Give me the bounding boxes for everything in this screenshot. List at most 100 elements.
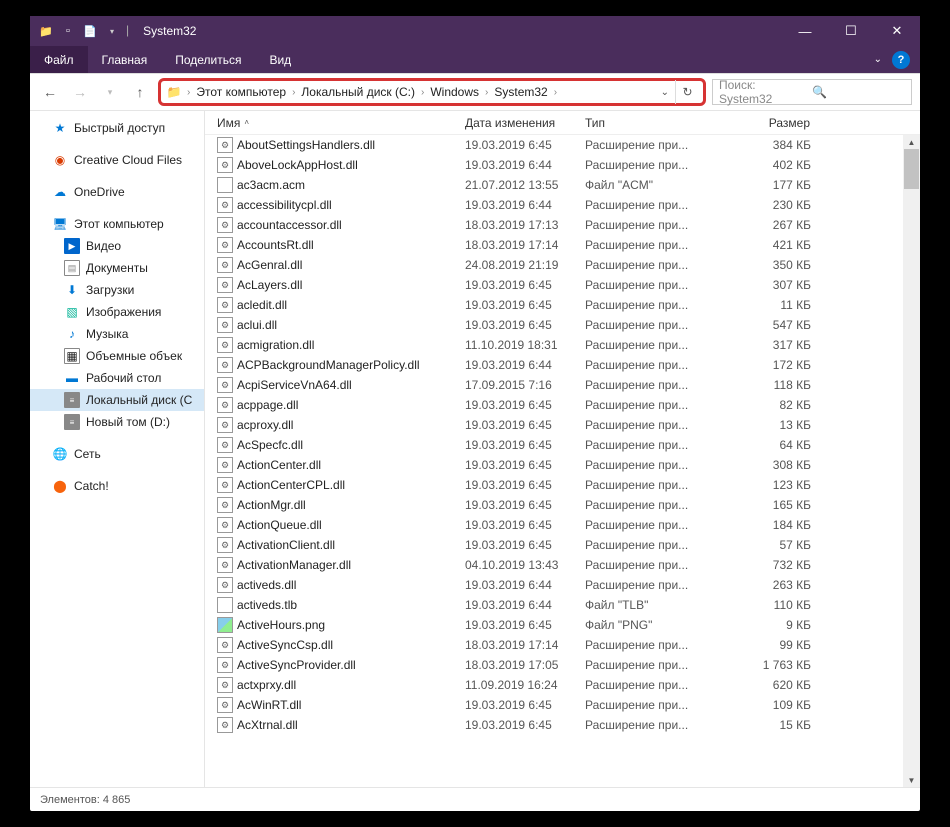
sidebar-quick-access[interactable]: ★Быстрый доступ <box>30 117 204 139</box>
chevron-right-icon[interactable]: › <box>483 87 490 98</box>
column-header-name[interactable]: Имя˄ <box>211 116 459 130</box>
file-row[interactable]: acledit.dll19.03.2019 6:45Расширение при… <box>205 295 903 315</box>
file-row[interactable]: actxprxy.dll11.09.2019 16:24Расширение п… <box>205 675 903 695</box>
file-type: Расширение при... <box>579 698 717 712</box>
column-header-size[interactable]: Размер <box>717 116 817 130</box>
file-icon <box>217 577 233 593</box>
sidebar-item[interactable]: ▤Документы <box>30 257 204 279</box>
sidebar-item[interactable]: ≡Новый том (D:) <box>30 411 204 433</box>
file-name: ActiveSyncCsp.dll <box>237 638 333 652</box>
sidebar-item[interactable]: ♪Музыка <box>30 323 204 345</box>
scroll-down-icon[interactable]: ▼ <box>903 773 920 787</box>
file-row[interactable]: AcXtrnal.dll19.03.2019 6:45Расширение пр… <box>205 715 903 735</box>
breadcrumb-item[interactable]: System32 <box>492 85 549 99</box>
ribbon-tab-view[interactable]: Вид <box>255 46 305 73</box>
file-row[interactable]: ActionQueue.dll19.03.2019 6:45Расширение… <box>205 515 903 535</box>
file-row[interactable]: AcLayers.dll19.03.2019 6:45Расширение пр… <box>205 275 903 295</box>
file-row[interactable]: ActiveHours.png19.03.2019 6:45Файл "PNG"… <box>205 615 903 635</box>
file-row[interactable]: aclui.dll19.03.2019 6:45Расширение при..… <box>205 315 903 335</box>
file-row[interactable]: ActionCenterCPL.dll19.03.2019 6:45Расшир… <box>205 475 903 495</box>
file-date: 19.03.2019 6:45 <box>459 398 579 412</box>
file-row[interactable]: ACPBackgroundManagerPolicy.dll19.03.2019… <box>205 355 903 375</box>
nav-back-button[interactable]: ← <box>38 80 62 104</box>
file-row[interactable]: ActivationClient.dll19.03.2019 6:45Расши… <box>205 535 903 555</box>
address-dropdown-icon[interactable]: ⌄ <box>657 87 673 98</box>
help-icon[interactable]: ? <box>892 51 910 69</box>
refresh-icon[interactable]: ↻ <box>675 80 699 104</box>
sidebar-creative-cloud[interactable]: ◉Creative Cloud Files <box>30 149 204 171</box>
file-row[interactable]: AboutSettingsHandlers.dll19.03.2019 6:45… <box>205 135 903 155</box>
file-row[interactable]: AcpiServiceVnA64.dll17.09.2015 7:16Расши… <box>205 375 903 395</box>
sidebar-item[interactable]: ≡Локальный диск (С <box>30 389 204 411</box>
file-date: 19.03.2019 6:45 <box>459 458 579 472</box>
file-row[interactable]: activeds.tlb19.03.2019 6:44Файл "TLB"110… <box>205 595 903 615</box>
address-bar[interactable]: 📁 › Этот компьютер › Локальный диск (C:)… <box>158 78 706 106</box>
qat-dropdown-icon[interactable]: ▾ <box>104 23 120 39</box>
file-name: AcLayers.dll <box>237 278 302 292</box>
qat-new-folder-icon[interactable]: 📄 <box>82 23 98 39</box>
qat-properties-icon[interactable]: ▫ <box>60 23 76 39</box>
sidebar-item[interactable]: ▬Рабочий стол <box>30 367 204 389</box>
chevron-right-icon[interactable]: › <box>290 87 297 98</box>
chevron-right-icon[interactable]: › <box>419 87 426 98</box>
file-row[interactable]: AcWinRT.dll19.03.2019 6:45Расширение при… <box>205 695 903 715</box>
breadcrumb-item[interactable]: Windows <box>428 85 481 99</box>
file-type: Расширение при... <box>579 378 717 392</box>
file-size: 165 КБ <box>717 498 817 512</box>
sidebar-item[interactable]: ▦Объемные объек <box>30 345 204 367</box>
file-row[interactable]: ActiveSyncProvider.dll18.03.2019 17:05Ра… <box>205 655 903 675</box>
file-row[interactable]: accessibilitycpl.dll19.03.2019 6:44Расши… <box>205 195 903 215</box>
ribbon-tab-share[interactable]: Поделиться <box>161 46 255 73</box>
file-size: 99 КБ <box>717 638 817 652</box>
sidebar-onedrive[interactable]: ☁OneDrive <box>30 181 204 203</box>
file-row[interactable]: acppage.dll19.03.2019 6:45Расширение при… <box>205 395 903 415</box>
ribbon-expand-icon[interactable]: ⌄ <box>874 54 882 65</box>
sidebar-item[interactable]: ⬇Загрузки <box>30 279 204 301</box>
file-row[interactable]: activeds.dll19.03.2019 6:44Расширение пр… <box>205 575 903 595</box>
file-type: Расширение при... <box>579 258 717 272</box>
ribbon-file[interactable]: Файл <box>30 46 88 73</box>
file-name: ActiveSyncProvider.dll <box>237 658 356 672</box>
file-row[interactable]: acproxy.dll19.03.2019 6:45Расширение при… <box>205 415 903 435</box>
minimize-button[interactable]: — <box>782 16 828 46</box>
chevron-right-icon[interactable]: › <box>185 87 192 98</box>
nav-up-button[interactable]: ↑ <box>128 80 152 104</box>
file-type: Файл "ACM" <box>579 178 717 192</box>
file-row[interactable]: AccountsRt.dll18.03.2019 17:14Расширение… <box>205 235 903 255</box>
file-size: 263 КБ <box>717 578 817 592</box>
column-header-type[interactable]: Тип <box>579 116 717 130</box>
sidebar-catch[interactable]: ⬤Catch! <box>30 475 204 497</box>
ribbon: Файл Главная Поделиться Вид ⌄ ? <box>30 46 920 74</box>
breadcrumb-item[interactable]: Локальный диск (C:) <box>299 85 417 99</box>
file-row[interactable]: ac3acm.acm21.07.2012 13:55Файл "ACM"177 … <box>205 175 903 195</box>
file-size: 82 КБ <box>717 398 817 412</box>
file-name: aclui.dll <box>237 318 277 332</box>
sidebar-item[interactable]: ▧Изображения <box>30 301 204 323</box>
nav-forward-button[interactable]: → <box>68 80 92 104</box>
file-row[interactable]: acmigration.dll11.10.2019 18:31Расширени… <box>205 335 903 355</box>
scrollbar[interactable]: ▲ ▼ <box>903 135 920 787</box>
file-row[interactable]: AboveLockAppHost.dll19.03.2019 6:44Расши… <box>205 155 903 175</box>
file-row[interactable]: AcSpecfc.dll19.03.2019 6:45Расширение пр… <box>205 435 903 455</box>
sidebar-this-pc[interactable]: 🖥Этот компьютер <box>30 213 204 235</box>
ribbon-tab-home[interactable]: Главная <box>88 46 162 73</box>
search-input[interactable]: Поиск: System32 🔍 <box>712 79 912 105</box>
file-row[interactable]: ActiveSyncCsp.dll18.03.2019 17:14Расшире… <box>205 635 903 655</box>
file-row[interactable]: AcGenral.dll24.08.2019 21:19Расширение п… <box>205 255 903 275</box>
file-type: Расширение при... <box>579 318 717 332</box>
column-header-date[interactable]: Дата изменения <box>459 116 579 130</box>
scroll-thumb[interactable] <box>904 149 919 189</box>
file-row[interactable]: ActionCenter.dll19.03.2019 6:45Расширени… <box>205 455 903 475</box>
close-button[interactable]: ✕ <box>874 16 920 46</box>
file-size: 308 КБ <box>717 458 817 472</box>
sidebar-item[interactable]: ▶Видео <box>30 235 204 257</box>
file-row[interactable]: ActivationManager.dll04.10.2019 13:43Рас… <box>205 555 903 575</box>
scroll-up-icon[interactable]: ▲ <box>903 135 920 149</box>
nav-recent-dropdown[interactable]: ▾ <box>98 80 122 104</box>
breadcrumb-item[interactable]: Этот компьютер <box>194 85 288 99</box>
file-row[interactable]: ActionMgr.dll19.03.2019 6:45Расширение п… <box>205 495 903 515</box>
sidebar-network[interactable]: 🌐Сеть <box>30 443 204 465</box>
file-row[interactable]: accountaccessor.dll18.03.2019 17:13Расши… <box>205 215 903 235</box>
maximize-button[interactable]: ☐ <box>828 16 874 46</box>
chevron-right-icon[interactable]: › <box>552 87 559 98</box>
